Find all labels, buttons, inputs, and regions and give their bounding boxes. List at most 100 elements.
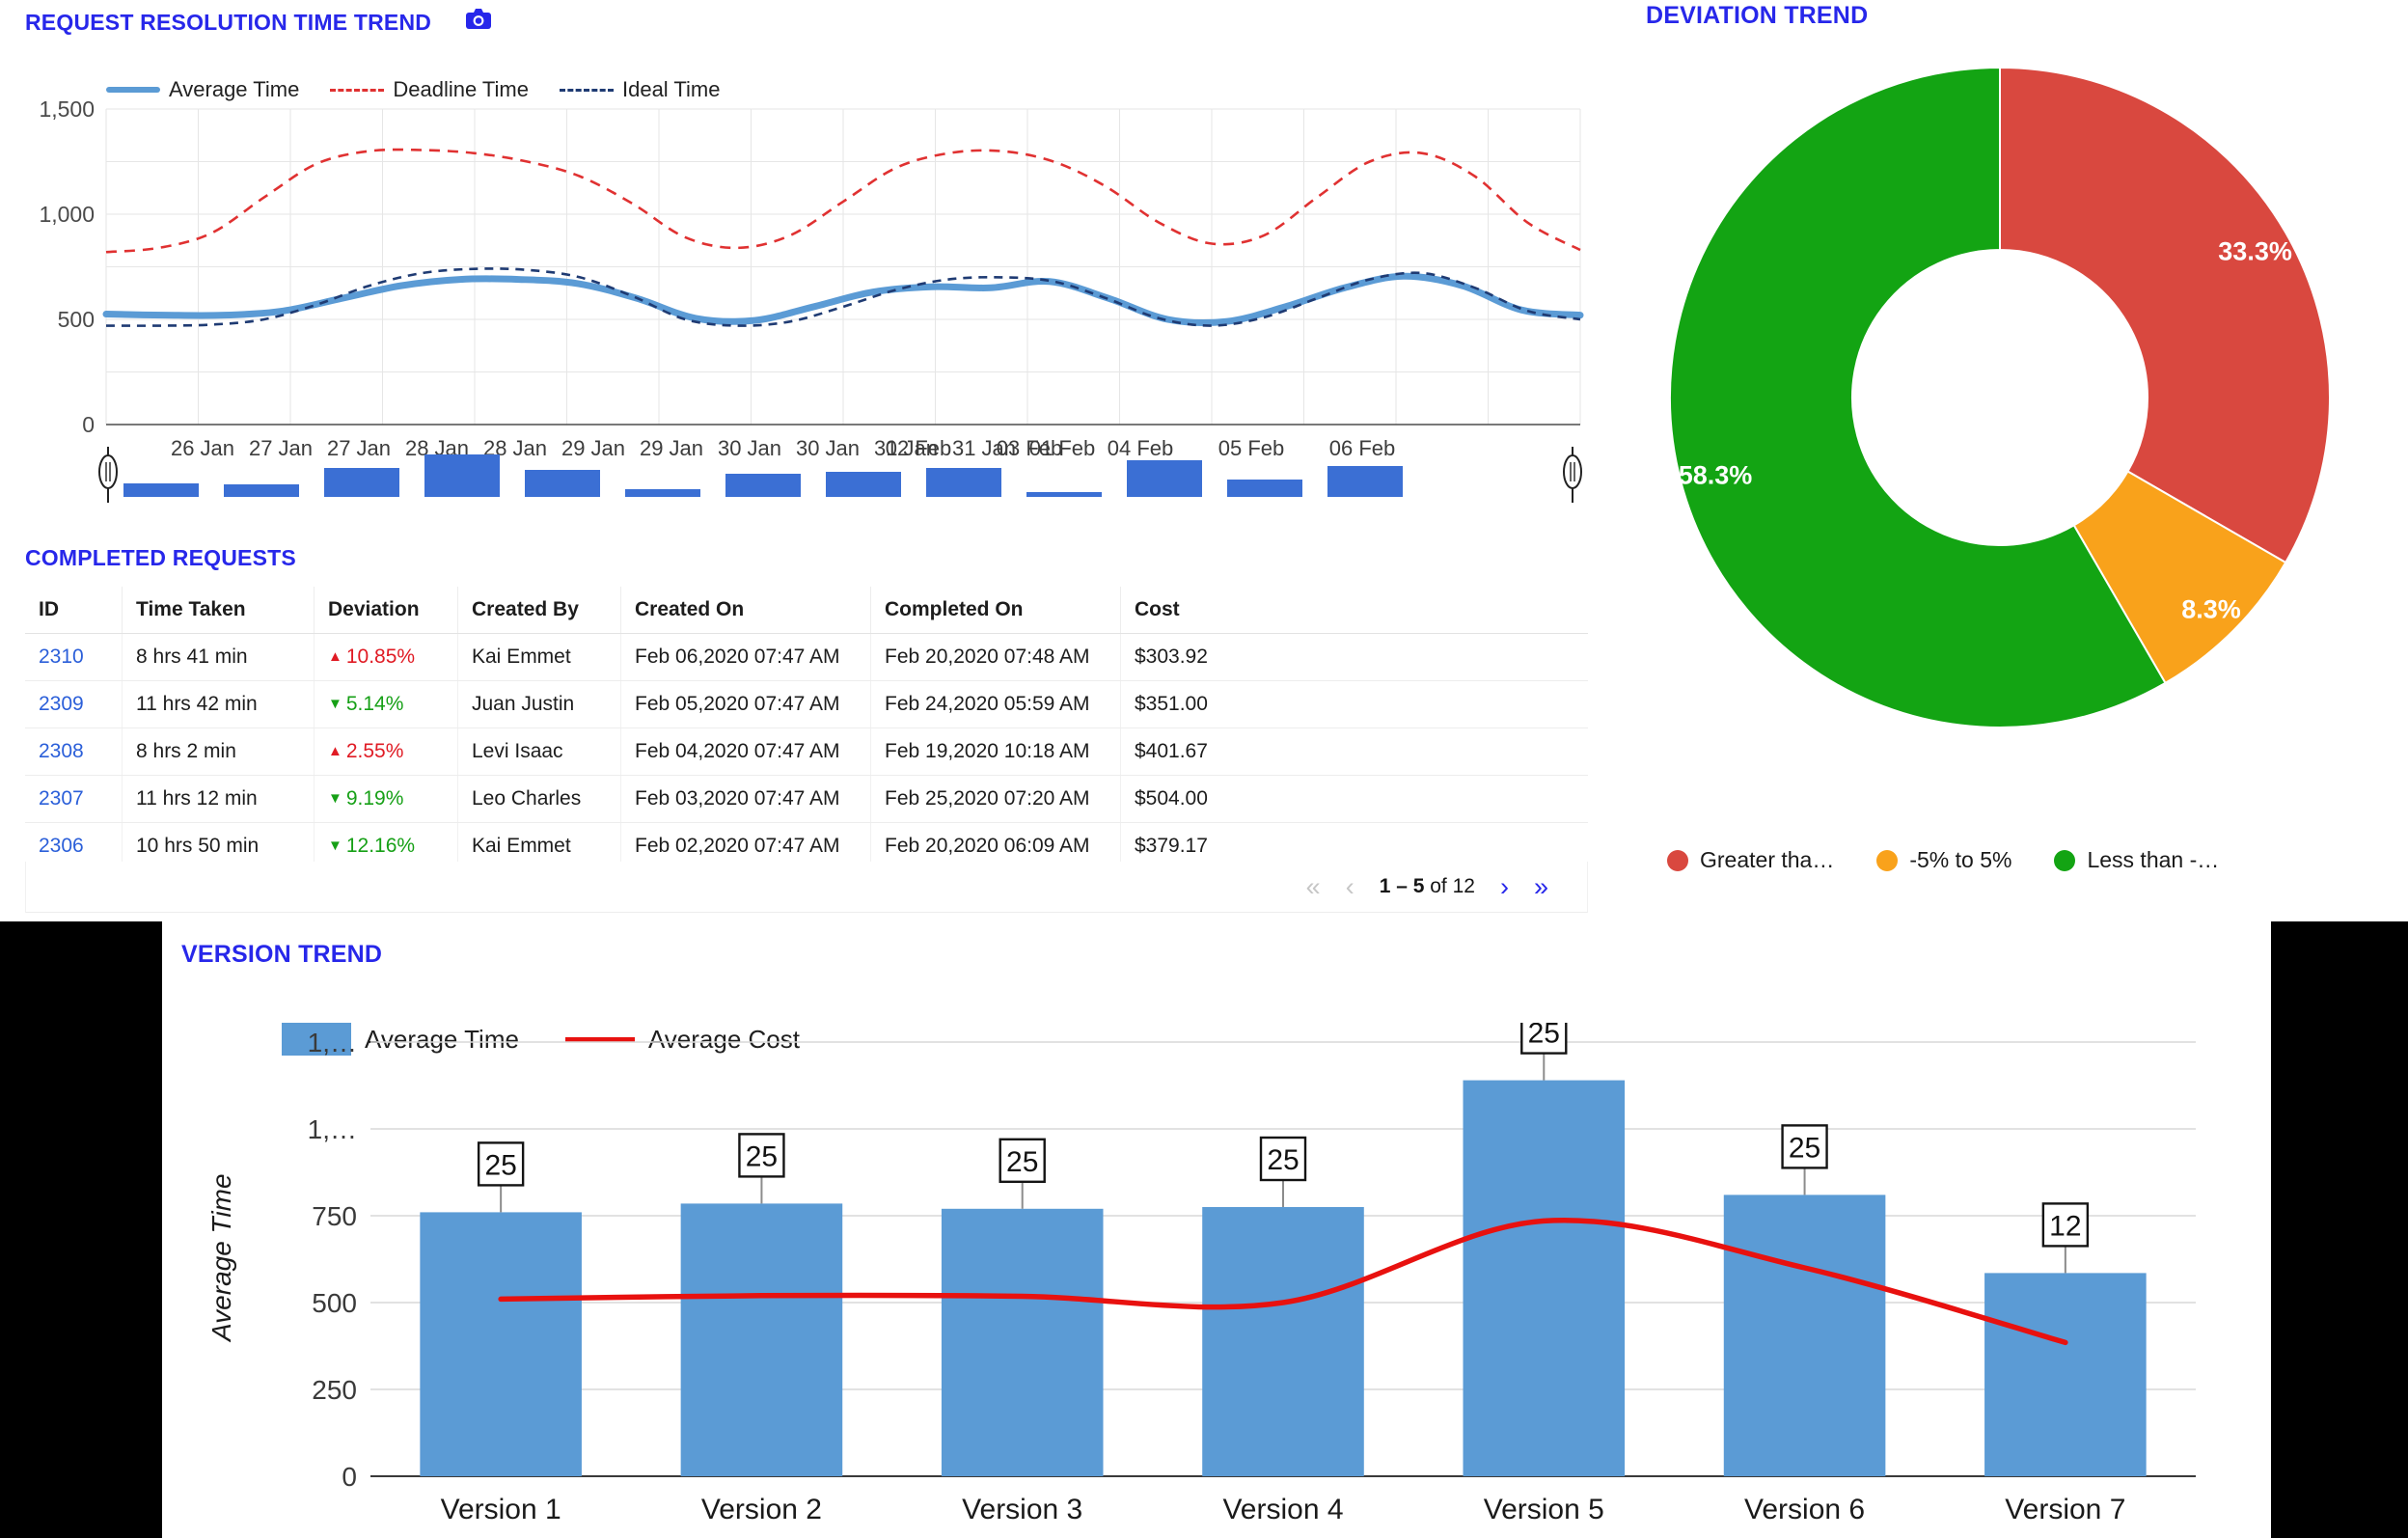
svg-text:8.3%: 8.3% (2181, 595, 2241, 624)
cell-deviation: ▲ 2.55% (314, 728, 458, 776)
table-row[interactable]: 2310 8 hrs 41 min ▲ 10.85% Kai Emmet Feb 06,2… (25, 633, 1588, 681)
cell-time-taken: 11 hrs 42 min (122, 680, 315, 728)
request-resolution-time-chart: 05001,0001,50026 Jan 27 Jan 27 Jan 28 Jan 28… (39, 96, 1584, 503)
cell-completed-on: Feb 19,2020 10:18 AM (870, 728, 1121, 776)
svg-text:27 Jan: 27 Jan (327, 436, 391, 460)
svg-text:0: 0 (342, 1462, 357, 1492)
table-paginator: « ‹ 1 – 5 of 12 › » (25, 862, 1588, 913)
svg-text:500: 500 (58, 307, 95, 332)
svg-text:250: 250 (312, 1375, 357, 1405)
cell-created-on: Feb 06,2020 07:47 AM (620, 633, 871, 681)
svg-text:25: 25 (1528, 1023, 1560, 1050)
request-id-link[interactable]: 2310 (39, 645, 84, 668)
cell-cost: $351.00 (1120, 680, 1588, 728)
donut-legend: Greater tha… -5% to 5% Less than -… (1667, 847, 2381, 873)
donut-legend-item-greater-than[interactable]: Greater tha… (1667, 847, 1834, 873)
donut-legend-item-minus5-to-5[interactable]: -5% to 5% (1876, 847, 2011, 873)
svg-text:Version 3: Version 3 (962, 1494, 1082, 1525)
version-trend-title: VERSION TREND (181, 941, 383, 968)
svg-text:Version 4: Version 4 (1222, 1494, 1343, 1525)
column-header-time-taken[interactable]: Time Taken (122, 587, 315, 634)
svg-text:12: 12 (2049, 1210, 2081, 1242)
donut-legend-item-less-than[interactable]: Less than -… (2054, 847, 2219, 873)
next-page-button[interactable]: › (1500, 873, 1509, 900)
deviation-value: 2.55% (345, 740, 404, 762)
cell-completed-on: Feb 20,2020 07:48 AM (870, 633, 1121, 681)
cell-id: 2307 (25, 775, 123, 823)
cell-id: 2309 (25, 680, 123, 728)
camera-icon[interactable] (465, 8, 492, 31)
left-letterbox-bar (0, 921, 162, 1538)
deviation-value: 12.16% (345, 835, 416, 857)
request-id-link[interactable]: 2307 (39, 787, 84, 810)
svg-text:1,000: 1,000 (39, 202, 95, 227)
right-letterbox-bar (2271, 921, 2408, 1538)
svg-text:26 Jan: 26 Jan (171, 436, 234, 460)
column-header-created-on[interactable]: Created On (620, 587, 871, 634)
table-header-row: ID Time Taken Deviation Created By Created O… (25, 587, 1588, 634)
page-range-total: of 12 (1424, 875, 1475, 897)
cell-time-taken: 11 hrs 12 min (122, 775, 315, 823)
arrow-up-icon: ▲ (328, 743, 342, 759)
svg-text:Version 7: Version 7 (2005, 1494, 2125, 1525)
cell-created-by: Kai Emmet (457, 633, 621, 681)
svg-text:25: 25 (1267, 1144, 1299, 1176)
column-header-id[interactable]: ID (25, 587, 123, 634)
deviation-value: 5.14% (345, 693, 404, 715)
cell-deviation: ▼ 5.14% (314, 680, 458, 728)
column-header-created-by[interactable]: Created By (457, 587, 621, 634)
deviation-value: 10.85% (345, 645, 416, 668)
first-page-button[interactable]: « (1306, 873, 1321, 900)
completed-requests-title: COMPLETED REQUESTS (25, 545, 296, 570)
deviation-trend-title: DEVIATION TREND (1646, 2, 1869, 29)
svg-text:27 Jan: 27 Jan (249, 436, 313, 460)
svg-text:Version 1: Version 1 (441, 1494, 561, 1525)
request-id-link[interactable]: 2306 (39, 835, 84, 857)
cell-cost: $303.92 (1120, 633, 1588, 681)
column-header-deviation[interactable]: Deviation (314, 587, 458, 634)
svg-text:0: 0 (82, 412, 95, 437)
table-row[interactable]: 2309 11 hrs 42 min ▼ 5.14% Juan Justin Feb 05… (25, 680, 1588, 728)
table-row[interactable]: 2308 8 hrs 2 min ▲ 2.55% Levi Isaac Feb 04,20… (25, 728, 1588, 776)
last-page-button[interactable]: » (1534, 873, 1548, 900)
donut-legend-label-greater-than: Greater tha… (1700, 847, 1835, 872)
deviation-value: 9.19% (345, 787, 404, 810)
arrow-down-icon: ▼ (328, 838, 342, 854)
donut-legend-dot-less-than (2054, 849, 2076, 871)
request-id-link[interactable]: 2308 (39, 740, 84, 762)
arrow-down-icon: ▼ (328, 790, 342, 807)
request-id-link[interactable]: 2309 (39, 693, 84, 715)
svg-text:30 Jan: 30 Jan (796, 436, 860, 460)
page-range-current: 1 – 5 (1379, 875, 1425, 897)
column-header-cost[interactable]: Cost (1120, 587, 1588, 634)
svg-text:Version 6: Version 6 (1744, 1494, 1865, 1525)
completed-requests-table: ID Time Taken Deviation Created By Created O… (25, 587, 1588, 870)
svg-text:Version 2: Version 2 (701, 1494, 822, 1525)
request-resolution-time-trend-title: REQUEST RESOLUTION TIME TREND (25, 10, 432, 35)
table-row[interactable]: 2307 11 hrs 12 min ▼ 9.19% Leo Charles Feb 03… (25, 775, 1588, 823)
svg-text:1,…: 1,… (308, 1028, 357, 1057)
cell-created-on: Feb 04,2020 07:47 AM (620, 728, 871, 776)
cell-deviation: ▼ 9.19% (314, 775, 458, 823)
cell-created-by: Leo Charles (457, 775, 621, 823)
svg-text:29 Jan: 29 Jan (561, 436, 625, 460)
svg-text:30 Jan: 30 Jan (718, 436, 781, 460)
svg-text:33.3%: 33.3% (2218, 236, 2292, 265)
svg-text:05 Feb: 05 Feb (1218, 436, 1285, 460)
svg-text:500: 500 (312, 1288, 357, 1318)
svg-text:29 Jan: 29 Jan (640, 436, 703, 460)
svg-text:02 Feb: 02 Feb (886, 436, 952, 460)
cell-completed-on: Feb 24,2020 05:59 AM (870, 680, 1121, 728)
svg-text:25: 25 (484, 1149, 516, 1181)
svg-text:1,500: 1,500 (39, 96, 95, 122)
svg-text:06 Feb: 06 Feb (1329, 436, 1396, 460)
column-header-completed-on[interactable]: Completed On (870, 587, 1121, 634)
cell-time-taken: 8 hrs 2 min (122, 728, 315, 776)
svg-text:58.3%: 58.3% (1679, 460, 1753, 489)
prev-page-button[interactable]: ‹ (1346, 873, 1354, 900)
cell-id: 2310 (25, 633, 123, 681)
page-range-label: 1 – 5 of 12 (1380, 875, 1475, 898)
svg-text:1,…: 1,… (308, 1114, 357, 1144)
cell-cost: $401.67 (1120, 728, 1588, 776)
cell-deviation: ▲ 10.85% (314, 633, 458, 681)
